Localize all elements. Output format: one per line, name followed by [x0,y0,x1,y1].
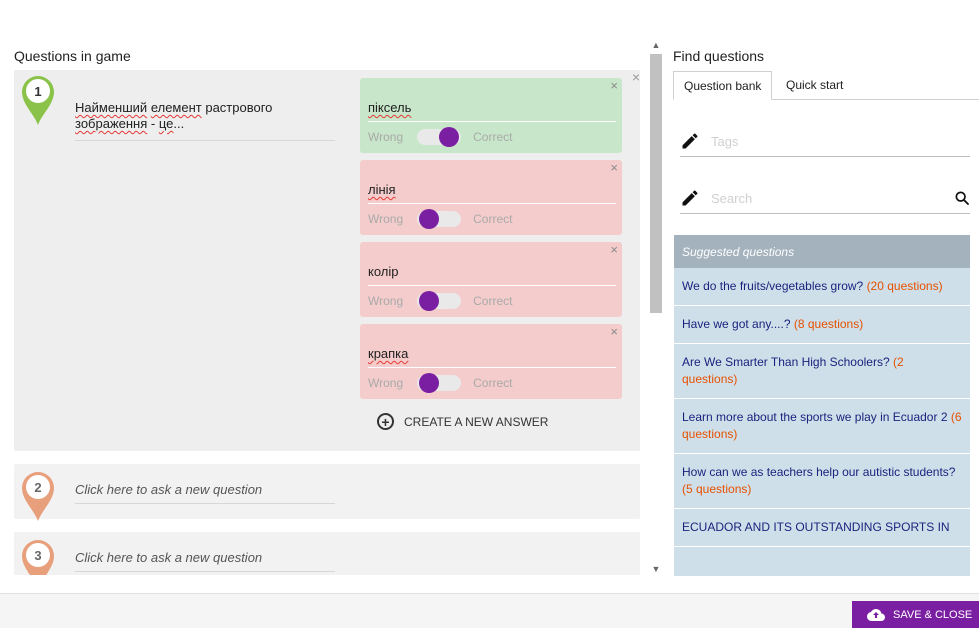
wrong-label: Wrong [368,376,404,390]
wrong-label: Wrong [368,294,404,308]
delete-answer-close-icon[interactable]: × [610,160,618,175]
suggested-item[interactable]: Have we got any....? (8 questions) [674,306,970,344]
new-question-placeholder[interactable]: Click here to ask a new question [75,550,335,572]
search-icon[interactable] [954,190,970,206]
question-card-3[interactable]: 3 Click here to ask a new question [14,532,640,575]
tab-quick-start[interactable]: Quick start [776,71,853,100]
create-answer-label: CREATE A NEW ANSWER [404,414,549,429]
answer-card-2[interactable]: × лінія Wrong Correct [360,160,622,235]
delete-answer-close-icon[interactable]: × [610,78,618,93]
map-pin-icon: 1 [20,74,56,126]
delete-question-close-icon[interactable]: × [632,70,640,85]
question-number: 3 [34,547,42,563]
save-and-close-label: SAVE & CLOSE [893,608,973,621]
questions-in-game-title: Questions in game [14,48,131,64]
scroll-up-icon[interactable]: ▲ [648,40,664,52]
save-and-close-button[interactable]: SAVE & CLOSE [852,601,979,628]
map-pin-icon: 2 [20,470,56,522]
cloud-upload-icon [867,608,885,621]
delete-answer-close-icon[interactable]: × [610,242,618,257]
pencil-icon [682,190,698,206]
correct-toggle-row: Wrong Correct [368,127,512,147]
wrong-label: Wrong [368,212,404,226]
questions-list[interactable]: 1 Найменший елемент растрового зображенн… [14,70,641,575]
correct-label: Correct [473,212,513,226]
question-source-tabs: Question bank Quick start [673,71,979,100]
delete-answer-close-icon[interactable]: × [610,324,618,339]
find-questions-title: Find questions [673,48,765,64]
search-input[interactable]: Search [711,191,752,206]
answer-card-3[interactable]: × колір Wrong Correct [360,242,622,317]
plus-circle-icon: + [377,413,394,430]
question-card-2[interactable]: 2 Click here to ask a new question [14,464,640,522]
correct-label: Correct [473,376,513,390]
answer-card-1[interactable]: × піксель Wrong Correct [360,78,622,153]
new-question-placeholder[interactable]: Click here to ask a new question [75,482,335,504]
game-editor: Questions in game 1 Найменший елемент ра… [0,0,979,628]
answer-text[interactable]: лінія [368,182,616,204]
scroll-down-icon[interactable]: ▼ [648,564,664,576]
wrong-label: Wrong [368,130,404,144]
suggested-questions-panel[interactable]: Suggested questions We do the fruits/veg… [674,235,970,576]
questions-scrollbar[interactable]: ▲ ▼ [648,40,664,576]
suggested-item[interactable]: Are We Smarter Than High Schoolers? (2 q… [674,344,970,399]
suggested-item[interactable]: We do the fruits/vegetables grow? (20 qu… [674,268,970,306]
correct-label: Correct [473,130,513,144]
suggested-item[interactable]: ECUADOR AND ITS OUTSTANDING SPORTS IN [674,509,970,547]
scrollbar-thumb[interactable] [650,54,662,313]
suggested-item[interactable]: Learn more about the sports we play in E… [674,399,970,454]
question-text[interactable]: Найменший елемент растрового зображення … [75,100,335,141]
answer-text[interactable]: колір [368,264,616,286]
correct-toggle-row: Wrong Correct [368,209,512,229]
answer-text[interactable]: крапка [368,346,616,368]
suggested-item[interactable]: How can we as teachers help our autistic… [674,454,970,509]
correct-toggle-switch[interactable] [417,291,462,311]
pencil-icon [682,133,698,149]
question-card-1[interactable]: 1 Найменший елемент растрового зображенн… [14,70,640,451]
tags-field[interactable]: Tags [680,127,970,157]
suggested-questions-header: Suggested questions [674,235,970,268]
search-field[interactable]: Search [680,184,970,214]
correct-toggle-row: Wrong Correct [368,373,512,393]
answer-text[interactable]: піксель [368,100,616,122]
correct-toggle-switch[interactable] [417,127,462,147]
correct-label: Correct [473,294,513,308]
create-answer-button[interactable]: + CREATE A NEW ANSWER [377,413,548,430]
map-pin-icon: 3 [20,538,56,575]
correct-toggle-row: Wrong Correct [368,291,512,311]
tab-question-bank[interactable]: Question bank [673,71,773,100]
correct-toggle-switch[interactable] [417,373,462,393]
footer-bar [0,594,979,628]
correct-toggle-switch[interactable] [417,209,462,229]
tags-input[interactable]: Tags [711,134,738,149]
question-number: 2 [34,479,42,495]
question-number: 1 [34,83,42,99]
answer-card-4[interactable]: × крапка Wrong Correct [360,324,622,399]
